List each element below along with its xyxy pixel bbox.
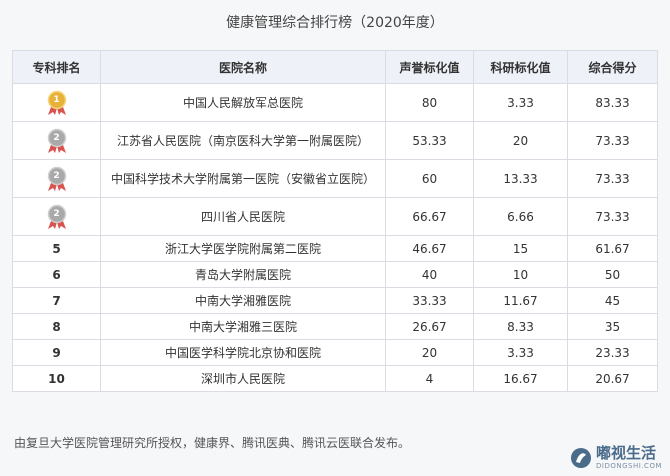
total-score: 23.33 — [567, 339, 658, 366]
page: 健康管理综合排行榜（2020年度） 专科排名 医院名称 声誉标化值 科研标化值 … — [0, 0, 670, 476]
header-total: 综合得分 — [567, 50, 658, 84]
research-value: 3.33 — [473, 83, 568, 122]
rank-cell: 1 — [12, 83, 101, 122]
total-score: 73.33 — [567, 197, 658, 236]
rank-cell: 7 — [12, 287, 101, 314]
header-research: 科研标化值 — [473, 50, 568, 84]
reputation-value: 66.67 — [385, 197, 474, 236]
table-row: 5 浙江大学医学院附属第二医院 46.67 15 61.67 — [12, 235, 658, 262]
reputation-value: 46.67 — [385, 235, 474, 262]
silver-medal-icon: 2 — [44, 204, 70, 230]
gold-medal-icon: 1 — [44, 90, 70, 116]
ranking-table: 专科排名 医院名称 声誉标化值 科研标化值 综合得分 1 中国人民解放军总医院 … — [12, 50, 658, 392]
rank-cell: 2 — [12, 159, 101, 198]
table-row: 6 青岛大学附属医院 40 10 50 — [12, 261, 658, 288]
reputation-value: 60 — [385, 159, 474, 198]
hospital-name: 中南大学湘雅医院 — [100, 287, 386, 314]
total-score: 73.33 — [567, 121, 658, 160]
hospital-name: 中南大学湘雅三医院 — [100, 313, 386, 340]
total-score: 45 — [567, 287, 658, 314]
hospital-name: 深圳市人民医院 — [100, 365, 386, 392]
hospital-name: 浙江大学医学院附属第二医院 — [100, 235, 386, 262]
rank-cell: 6 — [12, 261, 101, 288]
research-value: 11.67 — [473, 287, 568, 314]
reputation-value: 40 — [385, 261, 474, 288]
hospital-name: 中国科学技术大学附属第一医院（安徽省立医院） — [100, 159, 386, 198]
hospital-name: 青岛大学附属医院 — [100, 261, 386, 288]
header-hospital: 医院名称 — [100, 50, 386, 84]
research-value: 13.33 — [473, 159, 568, 198]
silver-medal-icon: 2 — [44, 128, 70, 154]
table-row: 9 中国医学科学院北京协和医院 20 3.33 23.33 — [12, 339, 658, 366]
research-value: 3.33 — [473, 339, 568, 366]
table-header-row: 专科排名 医院名称 声誉标化值 科研标化值 综合得分 — [12, 50, 658, 84]
source-note: 由复旦大学医院管理研究所授权，健康界、腾讯医典、腾讯云医联合发布。 — [14, 436, 411, 450]
reputation-value: 4 — [385, 365, 474, 392]
total-score: 35 — [567, 313, 658, 340]
total-score: 73.33 — [567, 159, 658, 198]
header-reputation: 声誉标化值 — [385, 50, 474, 84]
watermark-icon — [571, 448, 592, 468]
table-row: 1 中国人民解放军总医院 80 3.33 83.33 — [12, 83, 658, 122]
reputation-value: 80 — [385, 83, 474, 122]
medal-rank: 2 — [53, 170, 60, 181]
total-score: 83.33 — [567, 83, 658, 122]
hospital-name: 中国人民解放军总医院 — [100, 83, 386, 122]
medal-rank: 2 — [53, 132, 60, 143]
reputation-value: 33.33 — [385, 287, 474, 314]
reputation-value: 20 — [385, 339, 474, 366]
hospital-name: 中国医学科学院北京协和医院 — [100, 339, 386, 366]
research-value: 16.67 — [473, 365, 568, 392]
hospital-name: 四川省人民医院 — [100, 197, 386, 236]
rank-cell: 8 — [12, 313, 101, 340]
page-title: 健康管理综合排行榜（2020年度） — [226, 15, 444, 31]
research-value: 15 — [473, 235, 568, 262]
rank-cell: 5 — [12, 235, 101, 262]
watermark-logo: 嘟视生活 DIDONGSHI.COM — [570, 446, 662, 470]
research-value: 10 — [473, 261, 568, 288]
hospital-name: 江苏省人民医院（南京医科大学第一附属医院） — [100, 121, 386, 160]
watermark-domain: DIDONGSHI.COM — [596, 462, 662, 470]
medal-rank: 1 — [53, 94, 60, 105]
rank-cell: 2 — [12, 197, 101, 236]
research-value: 6.66 — [473, 197, 568, 236]
watermark-text: 嘟视生活 — [596, 444, 657, 462]
rank-cell: 10 — [12, 365, 101, 392]
table-row: 2 江苏省人民医院（南京医科大学第一附属医院） 53.33 20 73.33 — [12, 121, 658, 160]
research-value: 20 — [473, 121, 568, 160]
reputation-value: 53.33 — [385, 121, 474, 160]
research-value: 8.33 — [473, 313, 568, 340]
header-rank: 专科排名 — [12, 50, 101, 84]
table-row: 2 四川省人民医院 66.67 6.66 73.33 — [12, 197, 658, 236]
table-row: 2 中国科学技术大学附属第一医院（安徽省立医院） 60 13.33 73.33 — [12, 159, 658, 198]
table-row: 7 中南大学湘雅医院 33.33 11.67 45 — [12, 287, 658, 314]
rank-cell: 9 — [12, 339, 101, 366]
table-row: 10 深圳市人民医院 4 16.67 20.67 — [12, 365, 658, 392]
total-score: 61.67 — [567, 235, 658, 262]
total-score: 50 — [567, 261, 658, 288]
medal-rank: 2 — [53, 208, 60, 219]
total-score: 20.67 — [567, 365, 658, 392]
silver-medal-icon: 2 — [44, 166, 70, 192]
rank-cell: 2 — [12, 121, 101, 160]
reputation-value: 26.67 — [385, 313, 474, 340]
table-row: 8 中南大学湘雅三医院 26.67 8.33 35 — [12, 313, 658, 340]
